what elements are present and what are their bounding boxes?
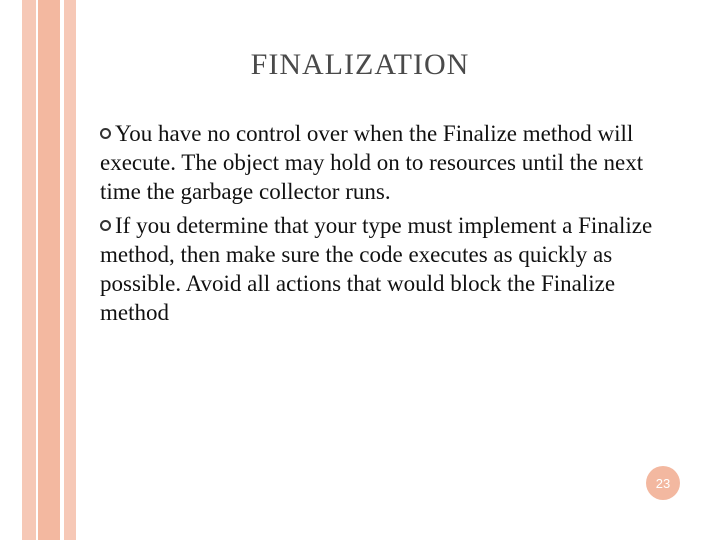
bullet-text: If you determine that your type must imp… — [100, 213, 652, 324]
slide-title: FINALIZATION — [0, 48, 720, 82]
page-number-badge: 23 — [646, 466, 680, 500]
slide: FINALIZATION You have no control over wh… — [0, 0, 720, 540]
bullet-icon — [100, 128, 111, 139]
list-item: You have no control over when the Finali… — [100, 120, 660, 206]
list-item: If you determine that your type must imp… — [100, 212, 660, 327]
bullet-icon — [100, 220, 111, 231]
page-number: 23 — [656, 476, 670, 491]
content-area: You have no control over when the Finali… — [100, 120, 660, 333]
bullet-text: You have no control over when the Finali… — [100, 121, 643, 204]
